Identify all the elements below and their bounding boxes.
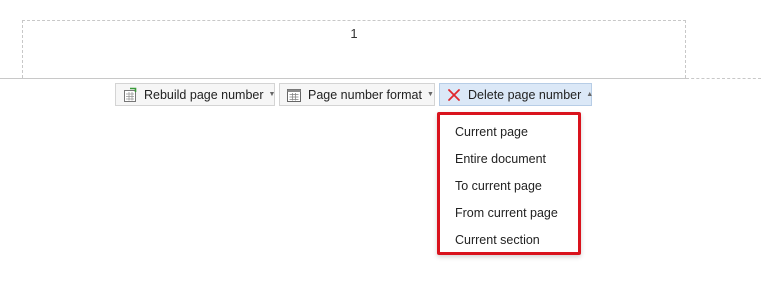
chevron-down-icon: ▼ xyxy=(426,91,434,98)
menu-item-from-current-page[interactable]: From current page xyxy=(455,206,558,220)
chevron-up-icon: ▲ xyxy=(586,91,594,98)
page-number-format-icon xyxy=(286,87,302,103)
delete-page-number-button[interactable]: Delete page number ▲ xyxy=(439,83,594,106)
menu-item-entire-document[interactable]: Entire document xyxy=(455,152,546,166)
menu-item-to-current-page[interactable]: To current page xyxy=(455,179,542,193)
chevron-down-icon: ▼ xyxy=(268,91,276,98)
delete-page-number-menu: Current page Entire document To current … xyxy=(437,112,581,255)
page-number-format-label: Page number format xyxy=(308,87,422,102)
header-separator xyxy=(0,78,686,79)
delete-page-number-label: Delete page number xyxy=(468,87,582,102)
page-number-format-button[interactable]: Page number format ▼ xyxy=(279,83,435,106)
delete-x-icon xyxy=(446,87,462,103)
rebuild-page-number-label: Rebuild page number xyxy=(144,87,264,102)
rebuild-page-number-icon xyxy=(122,87,138,103)
page-number-field[interactable]: 1 xyxy=(23,26,685,41)
menu-item-current-page[interactable]: Current page xyxy=(455,125,528,139)
menu-item-current-section[interactable]: Current section xyxy=(455,233,540,247)
rebuild-page-number-button[interactable]: Rebuild page number ▼ xyxy=(115,83,275,106)
page-header-area: 1 xyxy=(22,20,686,78)
header-separator-dashed xyxy=(686,78,761,79)
